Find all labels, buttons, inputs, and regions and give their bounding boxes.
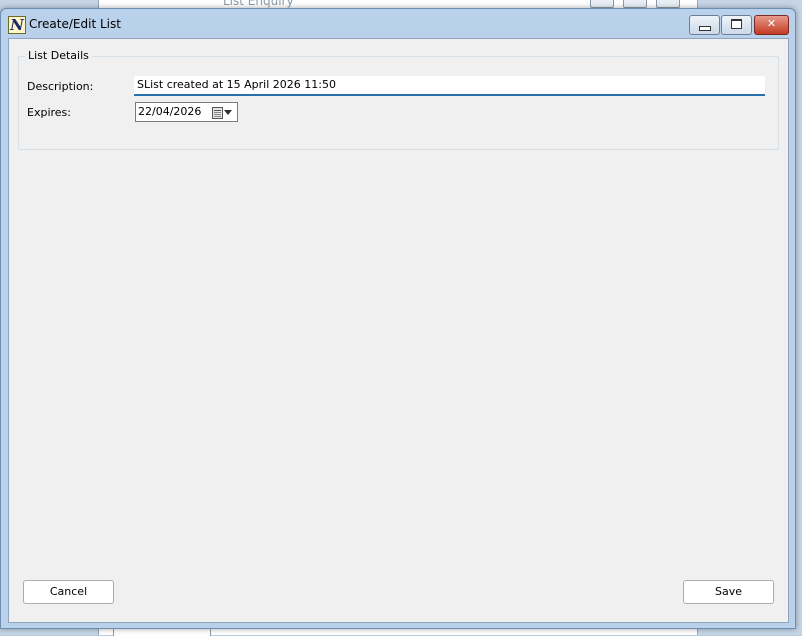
description-field[interactable] [134,76,765,96]
title-bar[interactable]: N Create/Edit List ✕ [1,9,795,37]
expires-date-value[interactable]: 22/04/2026 [138,105,201,118]
cancel-button[interactable]: Cancel [23,580,114,604]
dialog-client-area: List Details Description: Expires: 22/04… [8,38,789,623]
chevron-down-icon[interactable] [224,110,232,115]
create-edit-list-dialog: N Create/Edit List ✕ List Details Descri… [0,8,796,629]
close-icon: ✕ [766,17,777,30]
minimize-icon [699,26,711,31]
close-button[interactable]: ✕ [754,15,789,35]
group-legend: List Details [25,49,92,62]
expires-date-picker[interactable]: 22/04/2026 [135,102,238,122]
background-maximize-button[interactable] [623,0,647,8]
save-button[interactable]: Save [683,580,774,604]
maximize-icon [731,19,742,29]
list-details-group [18,56,779,150]
minimize-button[interactable] [689,15,720,35]
background-minimize-button[interactable] [590,0,614,8]
expires-label: Expires: [27,106,71,119]
background-close-button[interactable] [656,0,680,8]
maximize-button[interactable] [721,15,752,35]
calendar-icon[interactable] [212,107,223,119]
app-icon: N [8,16,26,34]
window-title: Create/Edit List [29,17,121,31]
background-window-title: List Enquiry [223,0,294,8]
description-label: Description: [27,80,94,93]
